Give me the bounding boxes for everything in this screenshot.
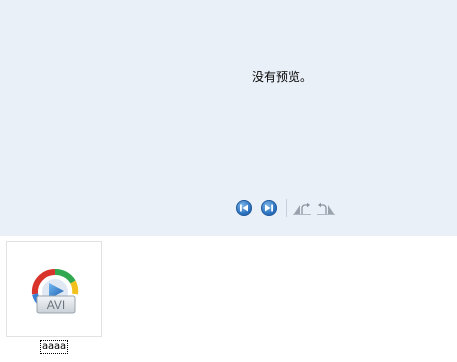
file-name-label[interactable]: aaaa	[40, 340, 69, 354]
next-icon	[265, 204, 273, 212]
preview-toolbar	[236, 199, 336, 217]
no-preview-message: 没有预览。	[251, 70, 312, 84]
avi-video-file-icon: AVI	[31, 268, 79, 314]
toolbar-separator	[286, 199, 287, 217]
rotate-left-button[interactable]	[293, 201, 311, 215]
rotate-right-icon	[317, 202, 335, 215]
rotate-left-icon	[293, 202, 311, 215]
rotate-right-button[interactable]	[317, 201, 335, 215]
file-list: AVI aaaa	[0, 236, 457, 362]
avi-badge-label: AVI	[47, 298, 65, 312]
preview-pane: 没有预览。	[0, 0, 457, 236]
previous-icon	[240, 204, 248, 212]
previous-button[interactable]	[236, 200, 252, 216]
file-preview-window: 没有预览。 AVI aaaa	[0, 0, 457, 362]
next-button[interactable]	[261, 200, 277, 216]
file-thumbnail[interactable]: AVI	[6, 241, 102, 337]
